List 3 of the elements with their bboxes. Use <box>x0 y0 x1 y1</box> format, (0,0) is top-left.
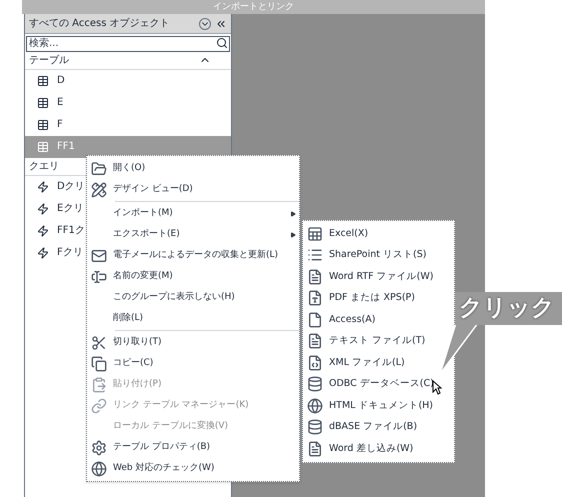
callout: クリック <box>455 292 562 325</box>
window-title: インポートとリンク <box>213 1 294 14</box>
pane-title: すべての Access オブジェクト <box>29 16 170 31</box>
